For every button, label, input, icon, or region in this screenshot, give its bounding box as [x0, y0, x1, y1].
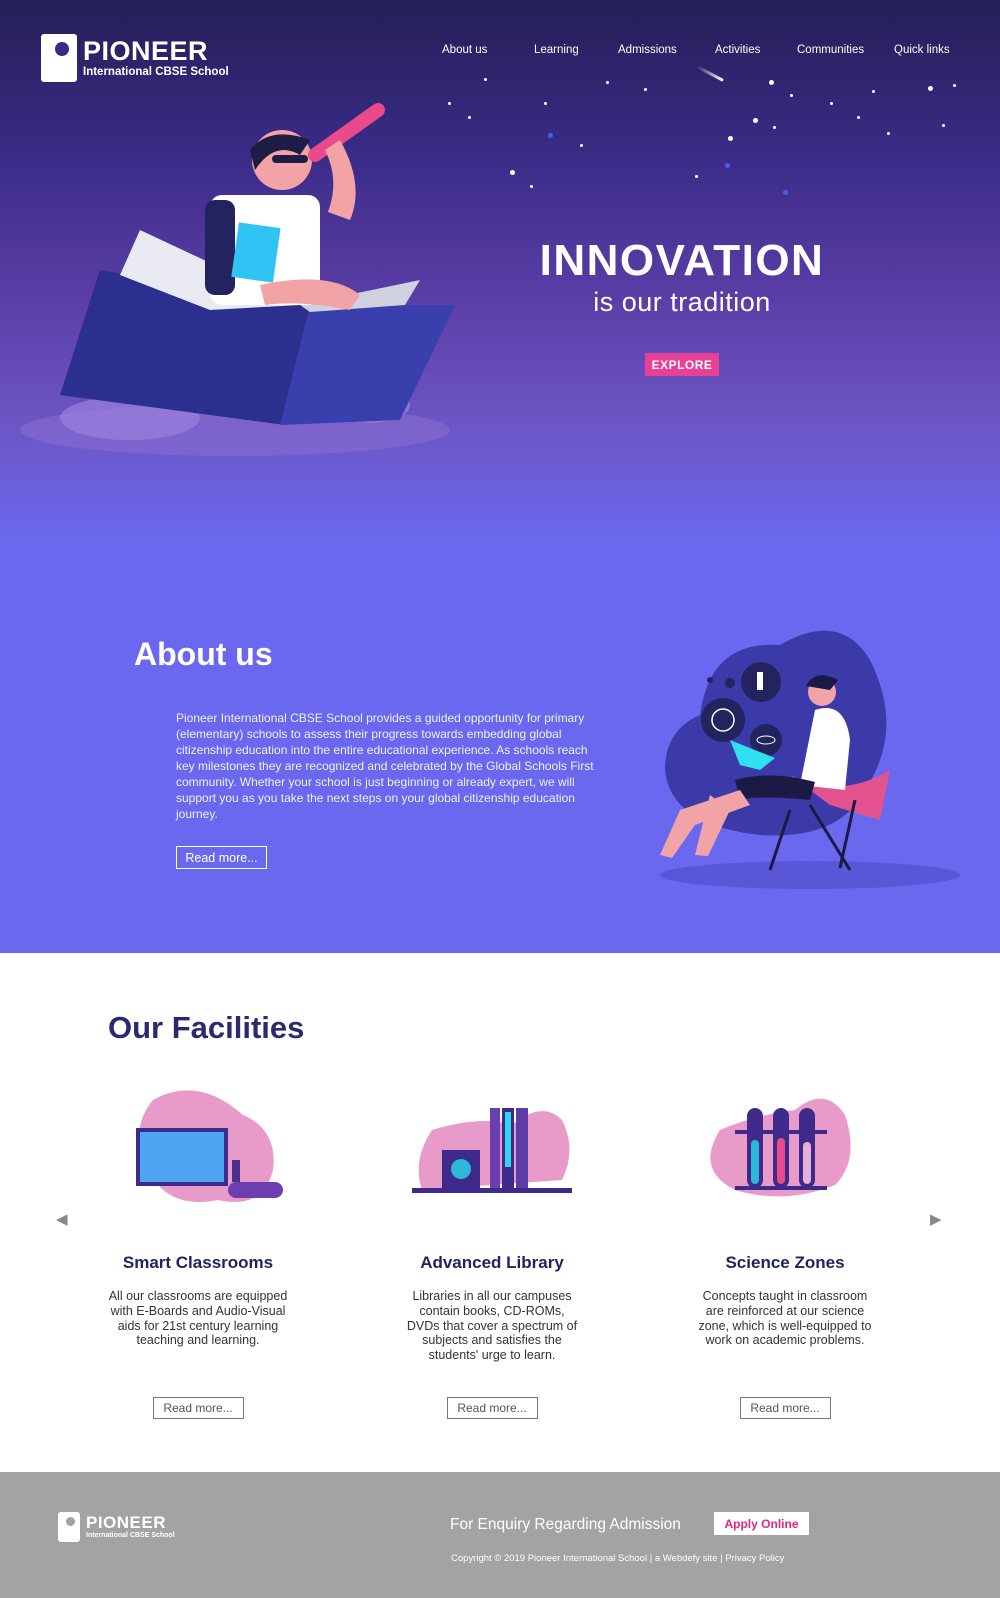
test-tubes-icon — [665, 1090, 905, 1215]
logo-subtitle: International CBSE School — [83, 65, 229, 78]
facility-card-advanced-library: Advanced Library Libraries in all our ca… — [372, 1090, 612, 1419]
facility-card-smart-classrooms: Smart Classrooms All our classrooms are … — [78, 1090, 318, 1419]
facility-title: Smart Classrooms — [122, 1253, 274, 1272]
nav-item-admissions[interactable]: Admissions — [618, 44, 677, 56]
explore-button[interactable]: EXPLORE — [645, 353, 719, 376]
apply-online-button[interactable]: Apply Online — [714, 1512, 809, 1535]
student-with-laptop-illustration — [660, 630, 960, 889]
enquiry-text: For Enquiry Regarding Admission — [450, 1516, 681, 1533]
logo-subtitle: International CBSE School — [86, 1532, 175, 1539]
hero-title: INNOVATION — [539, 236, 825, 285]
nav-item-quick-links[interactable]: Quick links — [894, 44, 950, 56]
about-text: Pioneer International CBSE School provid… — [176, 711, 594, 821]
facility-description: Concepts taught in classroom are reinfor… — [698, 1289, 872, 1348]
logo-name: PIONEER — [86, 1513, 167, 1532]
nav-item-about-us[interactable]: About us — [442, 44, 487, 56]
about-read-more-button[interactable]: Read more... — [176, 846, 267, 869]
about-section: About us Pioneer International CBSE Scho… — [0, 540, 1000, 953]
facility-description: All our classrooms are equipped with E-B… — [108, 1289, 288, 1348]
hero-subtitle: is our tradition — [593, 287, 771, 317]
pioneer-logo-icon — [41, 34, 77, 82]
facility-card-science-zones: Science Zones Concepts taught in classro… — [665, 1090, 905, 1419]
facility-read-more-button[interactable]: Read more... — [739, 1397, 831, 1419]
site-logo[interactable]: PIONEER International CBSE School — [41, 34, 229, 82]
footer-logo[interactable]: PIONEER International CBSE School — [58, 1512, 175, 1542]
nav-item-activities[interactable]: Activities — [715, 44, 760, 56]
facility-description: Libraries in all our campuses contain bo… — [406, 1289, 578, 1363]
carousel-next-button[interactable]: ▶ — [930, 1210, 942, 1228]
smart-board-icon — [78, 1090, 318, 1215]
pioneer-logo-icon — [58, 1512, 80, 1542]
girl-on-book-illustration — [20, 103, 455, 456]
logo-name: PIONEER — [83, 35, 209, 66]
nav-item-learning[interactable]: Learning — [534, 44, 579, 56]
facilities-title: Our Facilities — [108, 1010, 305, 1045]
site-footer: PIONEER International CBSE School For En… — [0, 1472, 1000, 1598]
main-nav: About us Learning Admissions Activities … — [430, 44, 970, 60]
library-books-icon — [372, 1090, 612, 1215]
facility-read-more-button[interactable]: Read more... — [446, 1397, 538, 1419]
carousel-prev-button[interactable]: ◀ — [56, 1210, 68, 1228]
hero-banner: PIONEER International CBSE School About … — [0, 0, 1000, 540]
facility-title: Advanced Library — [420, 1253, 564, 1272]
shooting-star-icon — [696, 65, 724, 82]
about-title: About us — [134, 636, 273, 672]
globe-icon — [701, 698, 745, 742]
facility-title: Science Zones — [725, 1253, 845, 1272]
copyright-text: Copyright © 2019 Pioneer International S… — [451, 1553, 785, 1564]
facility-read-more-button[interactable]: Read more... — [152, 1397, 244, 1419]
nav-item-communities[interactable]: Communities — [797, 44, 864, 56]
